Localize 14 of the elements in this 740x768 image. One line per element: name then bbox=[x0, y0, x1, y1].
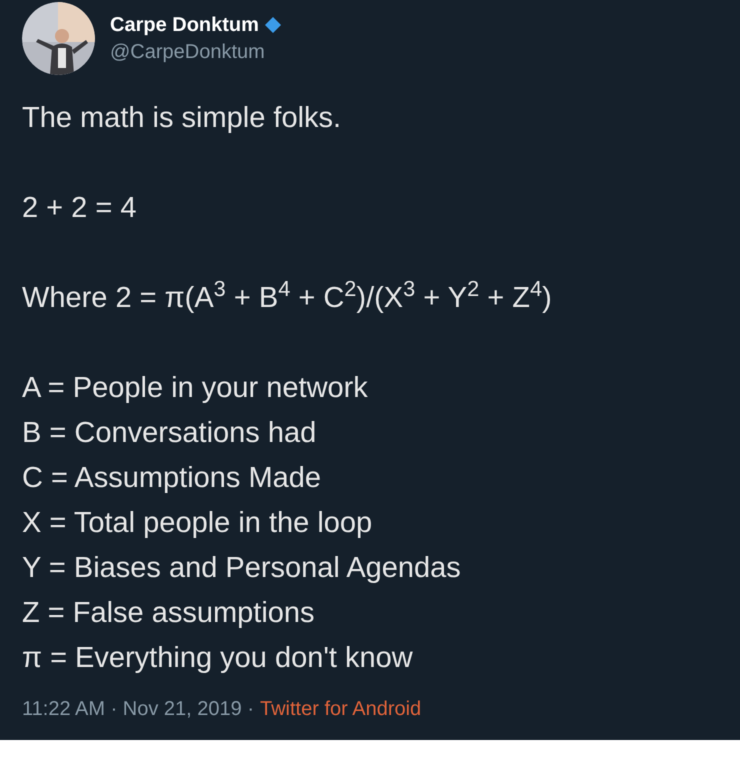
author-handle[interactable]: @CarpeDonktum bbox=[110, 38, 281, 66]
tweet-text-line: Z = False assumptions bbox=[22, 596, 315, 631]
tweet-text-line: C = Assumptions Made bbox=[22, 461, 322, 496]
source-link[interactable]: Twitter for Android bbox=[260, 694, 422, 724]
tweet-timestamp: 11:22 AM · Nov 21, 2019 · bbox=[22, 697, 254, 722]
tweet-text-line: B = Conversations had bbox=[22, 416, 316, 451]
tweet-text-line: Where 2 = π(A$^{3}$ + B$^{4}$ + C$^{2}$)/(X$^{3}$ + Y$^{2}$ + Z$^{4}$) bbox=[22, 276, 552, 316]
author-name[interactable]: Carpe Donktum bbox=[110, 12, 259, 38]
tweet-text-line: π = Everything you don't know bbox=[22, 641, 413, 676]
tweet-text-line: A = People in your network bbox=[22, 371, 368, 406]
tweet-text-line: X = Total people in the loop bbox=[22, 506, 372, 541]
tweet-text-line: 2 + 2 = 4 bbox=[22, 191, 136, 226]
tweet-text-line: The math is simple folks. bbox=[22, 101, 342, 136]
tweet-text-line: Y = Biases and Personal Agendas bbox=[22, 551, 461, 586]
